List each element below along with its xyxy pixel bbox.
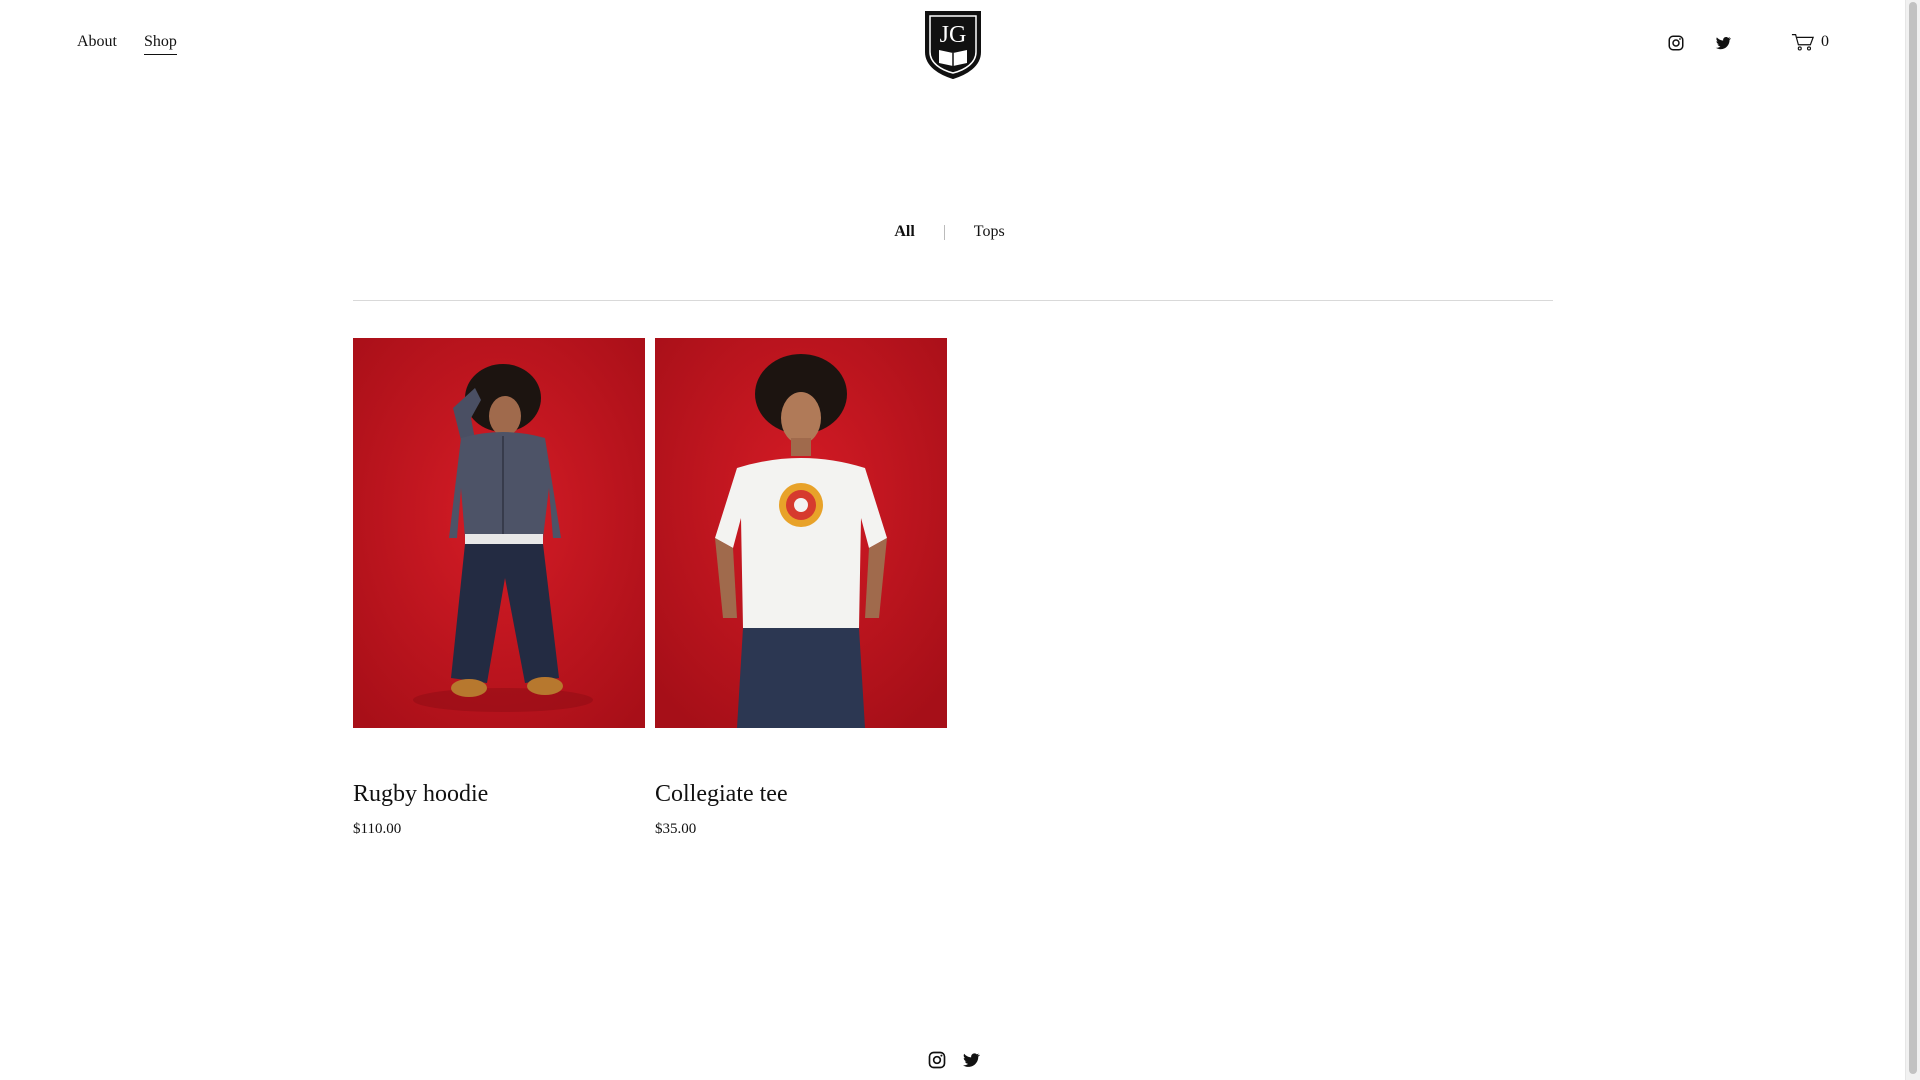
header-social-instagram[interactable]	[1667, 34, 1685, 52]
product-name[interactable]: Rugby hoodie	[353, 780, 645, 808]
cart-button[interactable]: 0	[1791, 32, 1829, 52]
tab-tops[interactable]: Tops	[974, 222, 1005, 242]
twitter-icon[interactable]	[1714, 34, 1732, 52]
twitter-icon[interactable]	[961, 1050, 981, 1070]
main-nav: About Shop	[77, 32, 177, 55]
instagram-icon[interactable]	[1667, 34, 1685, 52]
product-card[interactable]: Rugby hoodie $110.00	[353, 338, 645, 838]
product-card[interactable]: Collegiate tee $35.00	[655, 338, 947, 838]
instagram-icon[interactable]	[927, 1050, 947, 1070]
product-image-collegiate-tee[interactable]	[655, 338, 947, 728]
site-header: About Shop JG 0	[0, 0, 1905, 90]
footer-social	[927, 1050, 981, 1070]
product-price: $110.00	[353, 821, 402, 837]
scrollbar-thumb[interactable]	[1909, 2, 1917, 1074]
cart-count: 0	[1821, 33, 1829, 50]
cart-icon	[1791, 34, 1815, 51]
header-social-twitter[interactable]	[1714, 34, 1732, 52]
nav-shop-link[interactable]: Shop	[144, 32, 177, 55]
brand-logo[interactable]: JG	[922, 8, 984, 80]
product-name[interactable]: Collegiate tee	[655, 780, 947, 808]
tab-separator	[943, 224, 945, 240]
page: About Shop JG 0 All Tops Rugby hoodie $1…	[0, 0, 1905, 1080]
svg-text:JG: JG	[940, 22, 967, 48]
category-tabs: All Tops	[0, 222, 1905, 242]
nav-about-link[interactable]: About	[77, 32, 117, 55]
product-price: $35.00	[655, 821, 697, 837]
section-divider	[353, 300, 1553, 301]
page-scrollbar[interactable]	[1905, 0, 1920, 1080]
product-image-rugby-hoodie[interactable]	[353, 338, 645, 728]
tab-all[interactable]: All	[894, 222, 914, 242]
product-grid: Rugby hoodie $110.00 Collegiate tee $35.…	[353, 338, 947, 838]
